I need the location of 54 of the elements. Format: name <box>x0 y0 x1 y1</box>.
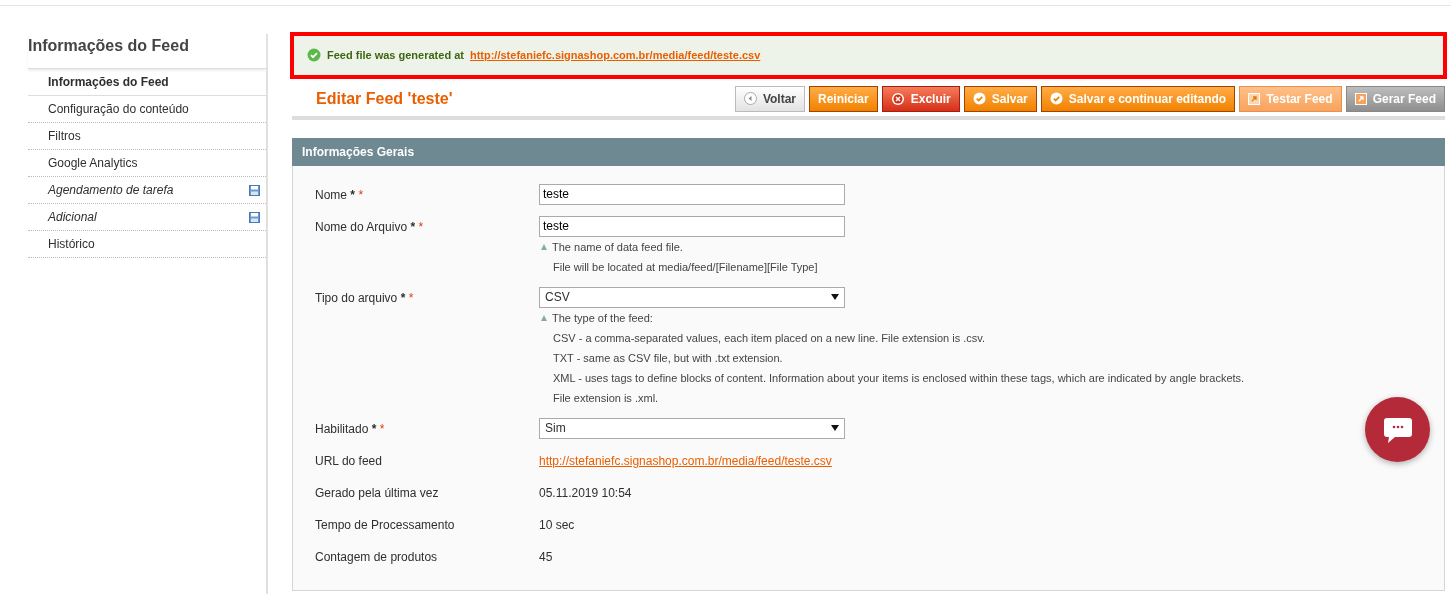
field-label: Gerado pela última vez <box>315 485 439 500</box>
field-value: 05.11.2019 10:54 <box>539 485 632 500</box>
select-dropdown[interactable]: Sim <box>539 417 845 439</box>
triangle-icon <box>541 243 547 250</box>
check-circle-icon <box>307 48 321 63</box>
field-label: Tempo de Processamento <box>315 517 455 532</box>
required-asterisk: * <box>358 187 364 202</box>
triangle-icon <box>541 314 547 321</box>
sidebar-tab[interactable]: Google Analytics <box>28 150 266 177</box>
page-title: Editar Feed 'teste' <box>316 88 453 109</box>
check-icon <box>1049 92 1063 105</box>
field-note: The type of the feed: <box>552 311 653 324</box>
field-label: Contagem de produtos <box>315 549 438 564</box>
field-value: 45 <box>539 549 553 564</box>
field-label: Nome <box>315 187 347 202</box>
field-value: 10 sec <box>539 517 575 532</box>
export-icon <box>1248 92 1261 105</box>
required-asterisk: * <box>379 421 385 436</box>
select-dropdown[interactable]: CSV <box>539 286 845 308</box>
text-input[interactable]: teste <box>539 215 845 237</box>
sidebar-tab[interactable]: Agendamento de tarefa <box>28 177 266 204</box>
message-text: Feed file was generated at <box>327 48 464 63</box>
delete-x-icon <box>890 91 905 106</box>
section-header: Informações Gerais <box>292 137 1445 166</box>
field-note: CSV - a comma-separated values, each item placed on a new line. File extension is .csv. <box>553 331 986 344</box>
required-asterisk: * <box>410 219 416 234</box>
required-asterisk: * <box>418 219 424 234</box>
field-label: URL do feed <box>315 453 382 468</box>
back-button[interactable]: Voltar <box>734 85 805 112</box>
field-note: TXT - same as CSV file, but with .txt extension. <box>553 351 783 364</box>
required-asterisk: * <box>350 187 356 202</box>
check-icon <box>972 92 986 105</box>
field-label: Nome do Arquivo <box>315 219 408 234</box>
sidebar-tab[interactable]: Filtros <box>28 123 266 150</box>
field-note: File will be located at media/feed/[Filename][File Type] <box>553 260 818 273</box>
dropdown-arrow-icon <box>831 425 839 431</box>
required-asterisk: * <box>371 421 377 436</box>
sidebar-title: Informações do Feed <box>28 34 266 69</box>
field-note: File extension is .xml. <box>553 391 659 404</box>
sidebar-tab[interactable]: Configuração do conteúdo <box>28 96 266 123</box>
field-note: XML - uses tags to define blocks of content. Information about your items is enclosed within these tags, which are indicated by angle brackets. <box>553 371 1245 384</box>
export-icon <box>1354 92 1367 105</box>
sidebar-tab[interactable]: Histórico <box>28 231 266 258</box>
sidebar-tab[interactable]: Informações do Feed <box>28 69 266 96</box>
field-label: Habilitado <box>315 421 369 436</box>
text-input[interactable]: teste <box>539 183 845 205</box>
delete-button[interactable]: Excluir <box>881 85 960 112</box>
sidebar-tab[interactable]: Adicional <box>28 204 266 231</box>
required-asterisk: * <box>408 290 414 305</box>
field-label: Tipo do arquivo <box>315 290 398 305</box>
chat-bubble-icon <box>1382 415 1413 444</box>
dropdown-arrow-icon <box>831 294 839 300</box>
required-asterisk: * <box>400 290 406 305</box>
field-note: The name of data feed file. <box>552 240 683 253</box>
